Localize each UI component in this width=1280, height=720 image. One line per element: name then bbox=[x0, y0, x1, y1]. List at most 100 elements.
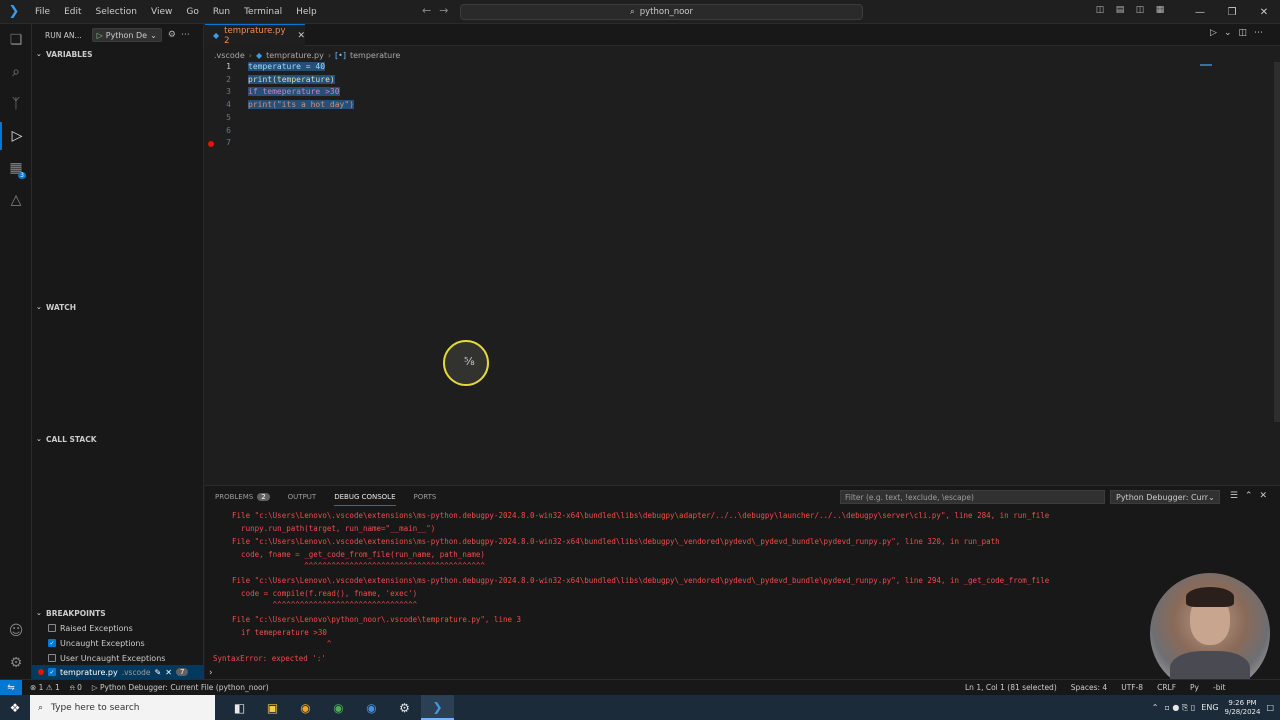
toggle-sidebar-icon[interactable]: ◫ bbox=[1092, 5, 1108, 19]
code-line[interactable]: 3 if temeperature >30 bbox=[205, 87, 1265, 100]
code-line[interactable]: 4 print("its a hot day") bbox=[205, 100, 1265, 113]
panel-tabs: PROBLEMS 2 OUTPUT DEBUG CONSOLE PORTS bbox=[215, 486, 436, 508]
code-line[interactable]: 1 temperature = 40 bbox=[205, 62, 1265, 75]
breadcrumb-symbol[interactable]: temperature bbox=[350, 51, 400, 60]
menu-selection[interactable]: Selection bbox=[89, 7, 144, 17]
bp-raised-exceptions[interactable]: Raised Exceptions bbox=[48, 621, 133, 635]
restore-icon[interactable]: ❐ bbox=[1216, 7, 1248, 18]
menu-view[interactable]: View bbox=[144, 7, 179, 17]
clock-time: 9:26 PM bbox=[1228, 698, 1257, 707]
breadcrumb-file[interactable]: temprature.py bbox=[266, 51, 324, 60]
app-icon[interactable]: ◉ bbox=[355, 695, 388, 720]
explorer-icon[interactable]: ❏ bbox=[0, 26, 32, 54]
tab-output[interactable]: OUTPUT bbox=[288, 493, 317, 501]
language-mode[interactable]: Py bbox=[1190, 683, 1199, 692]
source-control-icon[interactable]: ᛉ bbox=[0, 90, 32, 118]
indentation[interactable]: Spaces: 4 bbox=[1071, 683, 1107, 692]
python-file-icon: ◆ bbox=[255, 50, 263, 60]
toggle-panel-icon[interactable]: ▤ bbox=[1112, 5, 1128, 19]
menu-edit[interactable]: Edit bbox=[57, 7, 88, 17]
taskbar-search-input[interactable]: ⌕ Type here to search bbox=[30, 695, 215, 720]
menu-file[interactable]: File bbox=[28, 7, 57, 17]
breakpoint-dot-icon[interactable] bbox=[208, 141, 214, 148]
sidebar-tools[interactable]: ⚙⋯ bbox=[168, 30, 195, 40]
end-of-line[interactable]: CRLF bbox=[1157, 683, 1176, 692]
remove-icon[interactable]: ✕ bbox=[165, 668, 172, 677]
tab-ports[interactable]: PORTS bbox=[414, 493, 437, 501]
toggle-secondary-sidebar-icon[interactable]: ◫ bbox=[1132, 5, 1148, 19]
code-line[interactable]: 5 bbox=[205, 113, 1265, 126]
watch-section-header[interactable]: ⌄ WATCH bbox=[32, 299, 204, 315]
call-stack-section-header[interactable]: ⌄ CALL STACK bbox=[32, 431, 204, 447]
line-code[interactable]: print(temperature) bbox=[248, 74, 335, 84]
chrome-icon[interactable]: ◉ bbox=[322, 695, 355, 720]
encoding[interactable]: UTF-8 bbox=[1121, 683, 1143, 692]
tab-problems[interactable]: PROBLEMS 2 bbox=[215, 493, 270, 501]
python-interpreter[interactable]: -bit bbox=[1213, 683, 1226, 692]
cursor-position[interactable]: Ln 1, Col 1 (81 selected) bbox=[965, 683, 1057, 692]
checkbox[interactable] bbox=[48, 654, 56, 662]
run-debug-icon[interactable]: ▷ bbox=[0, 122, 32, 150]
console-filter-input[interactable]: Filter (e.g. text, !exclude, \escape) bbox=[840, 490, 1105, 504]
task-view-icon[interactable]: ◧ bbox=[223, 695, 256, 720]
start-debugging-icon[interactable]: ▷ bbox=[97, 31, 103, 40]
clock[interactable]: 9:26 PM 9/28/2024 bbox=[1225, 699, 1261, 717]
ports-status[interactable]: ⍾ 0 bbox=[70, 683, 82, 693]
line-code[interactable]: if temeperature >30 bbox=[248, 87, 340, 97]
bp-uncaught-exceptions[interactable]: ✓ Uncaught Exceptions bbox=[48, 636, 145, 650]
extensions-icon[interactable]: ▦ 3 bbox=[0, 154, 32, 182]
checkbox[interactable] bbox=[48, 624, 56, 632]
testing-icon[interactable]: △ bbox=[0, 186, 32, 214]
menu-go[interactable]: Go bbox=[179, 7, 205, 17]
console-input-prompt-icon[interactable]: › bbox=[209, 668, 213, 678]
line-number: 3 bbox=[226, 87, 231, 97]
code-editor[interactable]: 1 temperature = 40 2 print(temperature) … bbox=[205, 62, 1280, 484]
menu-terminal[interactable]: Terminal bbox=[237, 7, 289, 17]
editor-scrollbar[interactable] bbox=[1274, 62, 1280, 422]
minimap[interactable] bbox=[1200, 64, 1212, 66]
tab-debug-console[interactable]: DEBUG CONSOLE bbox=[334, 493, 396, 506]
search-icon[interactable]: ⌕ bbox=[0, 58, 32, 86]
code-line[interactable]: 2 print(temperature) bbox=[205, 74, 1265, 88]
edit-icon[interactable]: ✎ bbox=[155, 668, 162, 677]
windows-start-icon[interactable]: ❖ bbox=[0, 695, 30, 720]
line-code[interactable]: print("its a hot day") bbox=[248, 100, 354, 110]
menu-run[interactable]: Run bbox=[206, 7, 237, 17]
status-bar: ⇋ ⊗ 1 ⚠ 1 ⍾ 0 ▷ Python Debugger: Current… bbox=[0, 679, 1280, 696]
code-line[interactable]: 6 bbox=[205, 126, 1265, 139]
code-line[interactable]: 7 bbox=[205, 138, 1265, 151]
chrome-canary-icon[interactable]: ◉ bbox=[289, 695, 322, 720]
keyboard-language[interactable]: ENG bbox=[1201, 703, 1218, 712]
problems-status[interactable]: ⊗ 1 ⚠ 1 bbox=[30, 683, 60, 692]
tray-apps-icons[interactable]: ▫ ● ⎘ ▯ bbox=[1164, 703, 1195, 713]
tab-temprature-py[interactable]: ◆ temprature.py 2 ✕ bbox=[205, 24, 305, 46]
debug-status[interactable]: ▷ Python Debugger: Current File (python_… bbox=[92, 683, 269, 692]
customize-layout-icon[interactable]: ▦ bbox=[1152, 5, 1168, 19]
bp-user-uncaught-exceptions[interactable]: User Uncaught Exceptions bbox=[48, 651, 165, 665]
bp-file-item[interactable]: ✓ temprature.py .vscode ✎ ✕ 7 bbox=[32, 665, 204, 679]
tray-chevron-up-icon[interactable]: ⌃ bbox=[1152, 703, 1159, 712]
breadcrumb-folder[interactable]: .vscode bbox=[214, 51, 245, 60]
menu-help[interactable]: Help bbox=[289, 7, 324, 17]
debug-config-select[interactable]: ▷ Python De ⌄ bbox=[91, 28, 162, 42]
close-icon[interactable]: ✕ bbox=[1248, 7, 1280, 18]
account-icon[interactable]: ☺ bbox=[0, 617, 32, 645]
nav-back-forward-icons[interactable]: ←→ bbox=[422, 4, 456, 17]
command-center[interactable]: ⌕ python_noor bbox=[460, 4, 863, 20]
vscode-taskbar-icon[interactable]: ❯ bbox=[421, 695, 454, 720]
close-tab-icon[interactable]: ✕ bbox=[297, 31, 305, 41]
editor-actions[interactable]: ▷⌄◫⋯ bbox=[1210, 28, 1270, 38]
checkbox-checked[interactable]: ✓ bbox=[48, 668, 56, 676]
variables-section-header[interactable]: ⌄ VARIABLES bbox=[32, 46, 204, 62]
manage-gear-icon[interactable]: ⚙ bbox=[0, 649, 32, 677]
file-explorer-icon[interactable]: ▣ bbox=[256, 695, 289, 720]
breakpoints-section-header[interactable]: ⌄ BREAKPOINTS bbox=[32, 605, 204, 621]
settings-gear-icon[interactable]: ⚙ bbox=[388, 695, 421, 720]
line-code[interactable]: temperature = 40 bbox=[248, 62, 326, 71]
panel-actions[interactable]: ☰⌃✕ bbox=[1230, 491, 1274, 501]
remote-icon[interactable]: ⇋ bbox=[0, 679, 22, 696]
debug-session-select[interactable]: Python Debugger: Curr ⌄ bbox=[1110, 490, 1220, 504]
minimize-icon[interactable]: — bbox=[1184, 7, 1216, 18]
checkbox-checked[interactable]: ✓ bbox=[48, 639, 56, 647]
notifications-icon[interactable]: □ bbox=[1266, 703, 1274, 712]
